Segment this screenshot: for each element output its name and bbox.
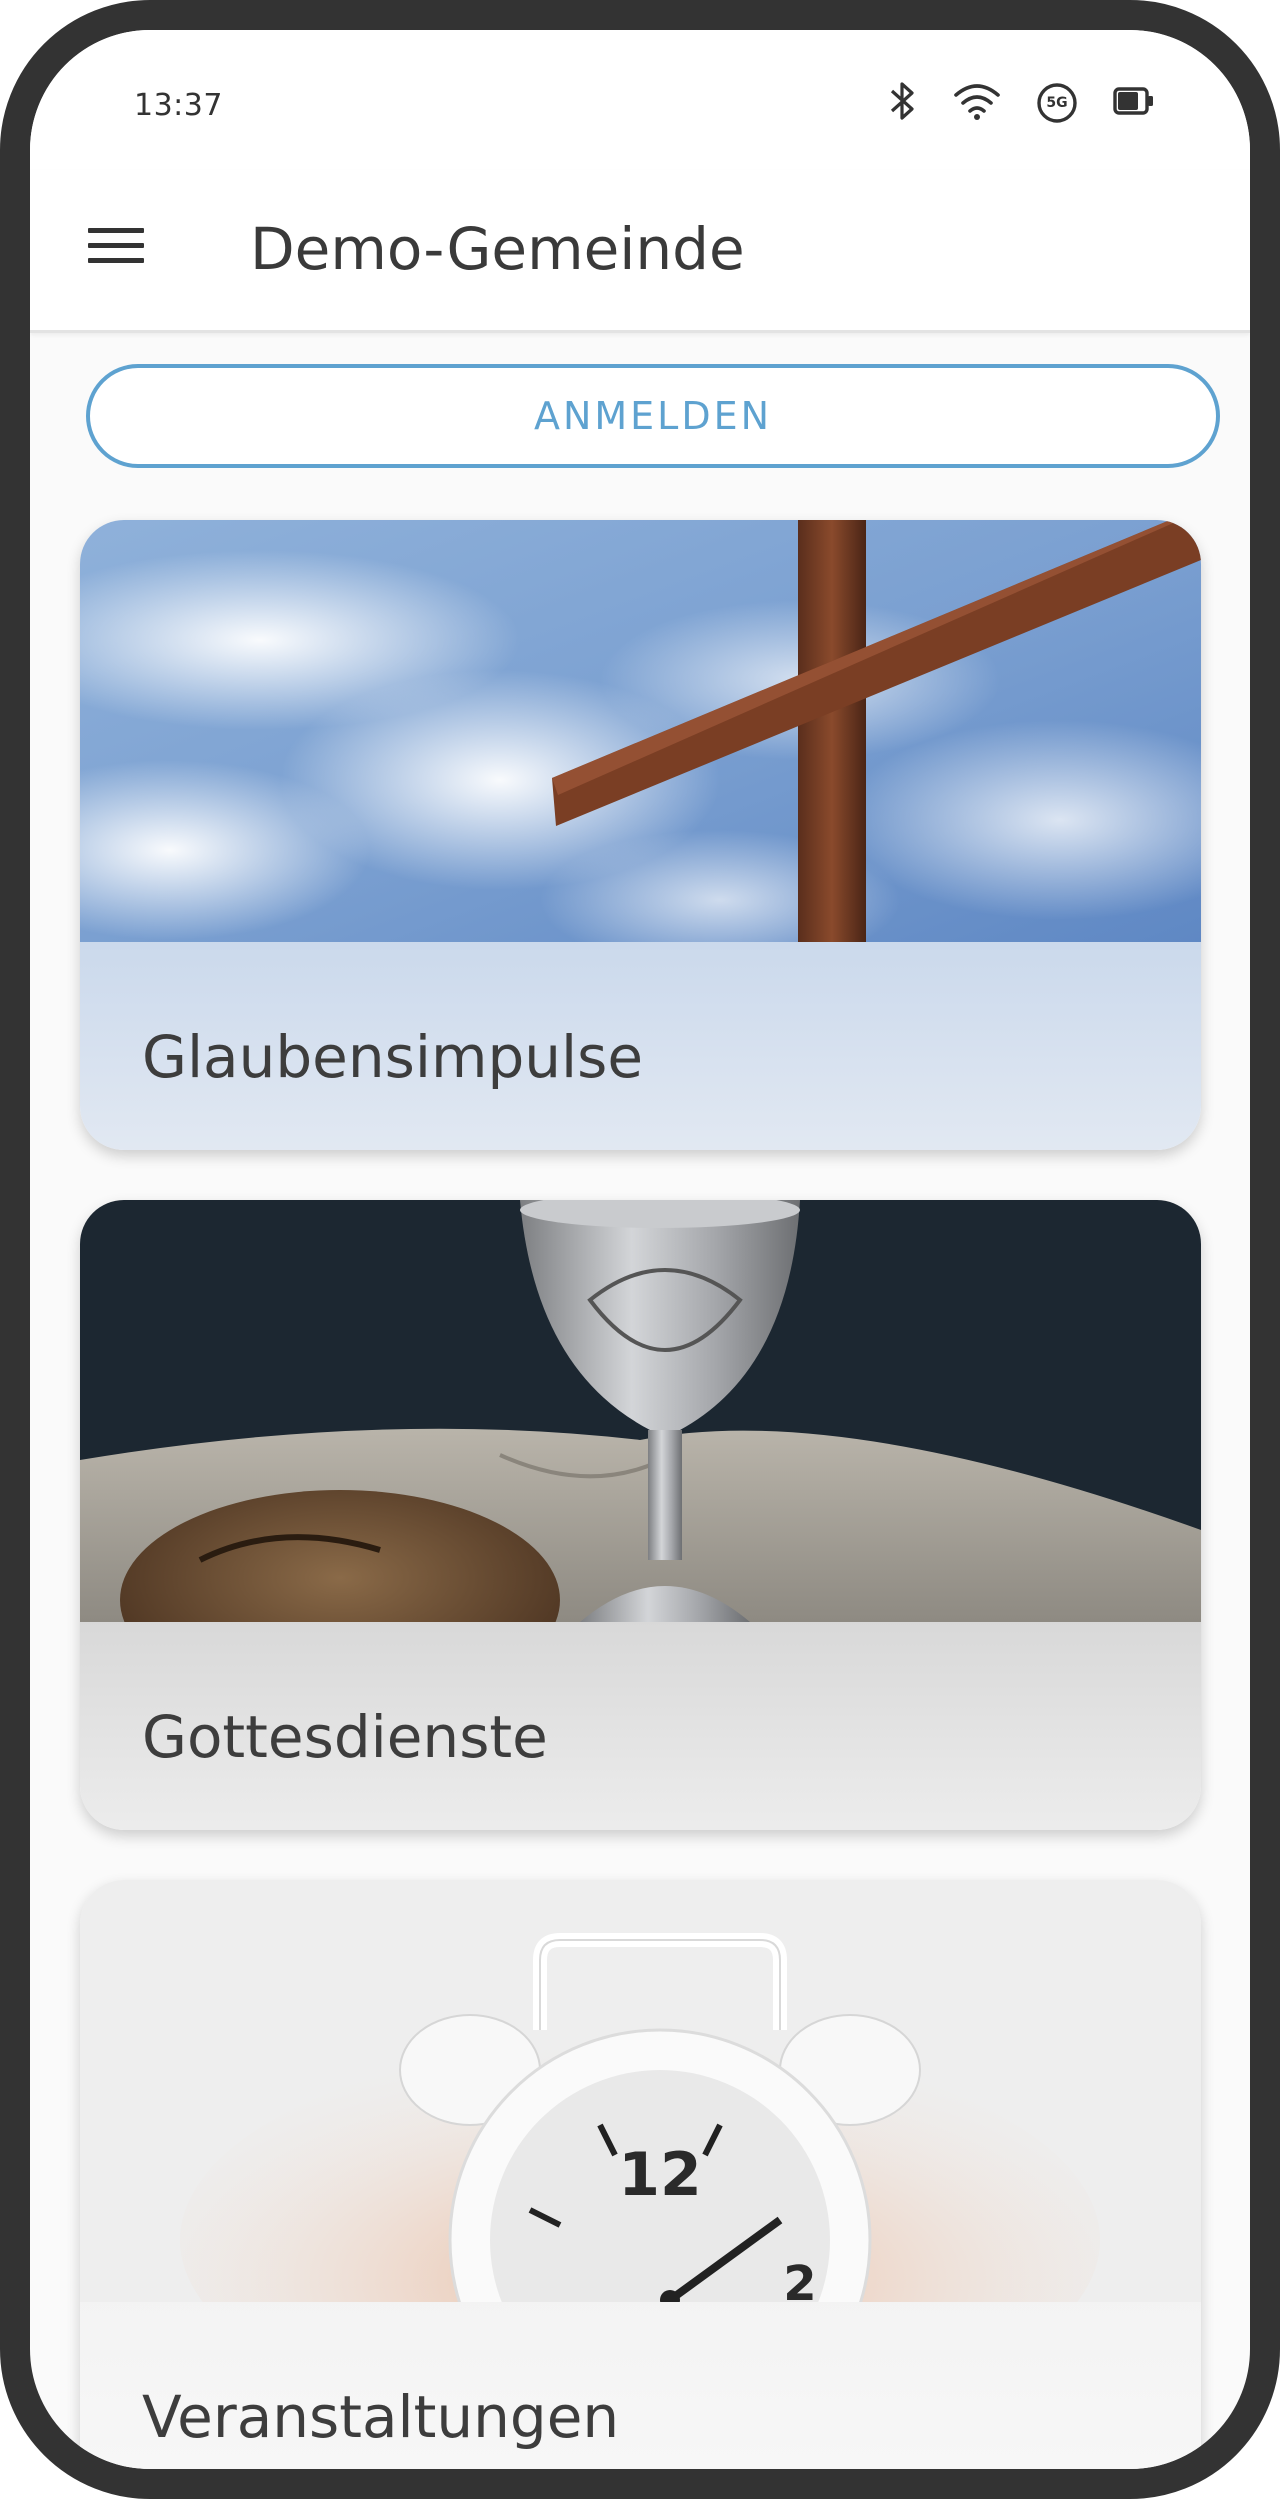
card-gottesdienste[interactable]: Gottesdienste <box>80 1200 1201 1830</box>
svg-text:2: 2 <box>783 2256 816 2302</box>
status-bar: 13:37 5G <box>30 30 1250 170</box>
login-button-label: ANMELDEN <box>533 394 773 438</box>
page-title: Demo-Gemeinde <box>250 215 745 283</box>
app-bar: Demo-Gemeinde <box>30 170 1250 333</box>
status-icons: 5G <box>854 80 1156 126</box>
bluetooth-icon <box>888 80 918 126</box>
card-image-cross <box>80 520 1201 942</box>
card-image-chalice <box>80 1200 1201 1622</box>
network-label: 5G <box>1046 95 1068 111</box>
status-time: 13:37 <box>134 88 223 123</box>
5g-icon: 5G <box>1036 82 1078 124</box>
phone-frame: 13:37 5G Demo-Gemeinde ANMELDEN Glaubens… <box>0 0 1280 2499</box>
card-label: Glaubensimpulse <box>142 1023 644 1091</box>
battery-icon <box>1112 85 1156 121</box>
svg-text:12: 12 <box>618 2140 702 2210</box>
card-veranstaltungen[interactable]: 12 2 Veranstaltungen <box>80 1880 1201 2469</box>
login-button[interactable]: ANMELDEN <box>86 364 1220 468</box>
card-label: Veranstaltungen <box>142 2383 620 2451</box>
card-glaubensimpulse[interactable]: Glaubensimpulse <box>80 520 1201 1150</box>
card-image-clock: 12 2 <box>80 1880 1201 2302</box>
wifi-icon <box>952 81 1002 125</box>
card-label: Gottesdienste <box>142 1703 548 1771</box>
hamburger-menu-icon[interactable] <box>88 228 144 268</box>
